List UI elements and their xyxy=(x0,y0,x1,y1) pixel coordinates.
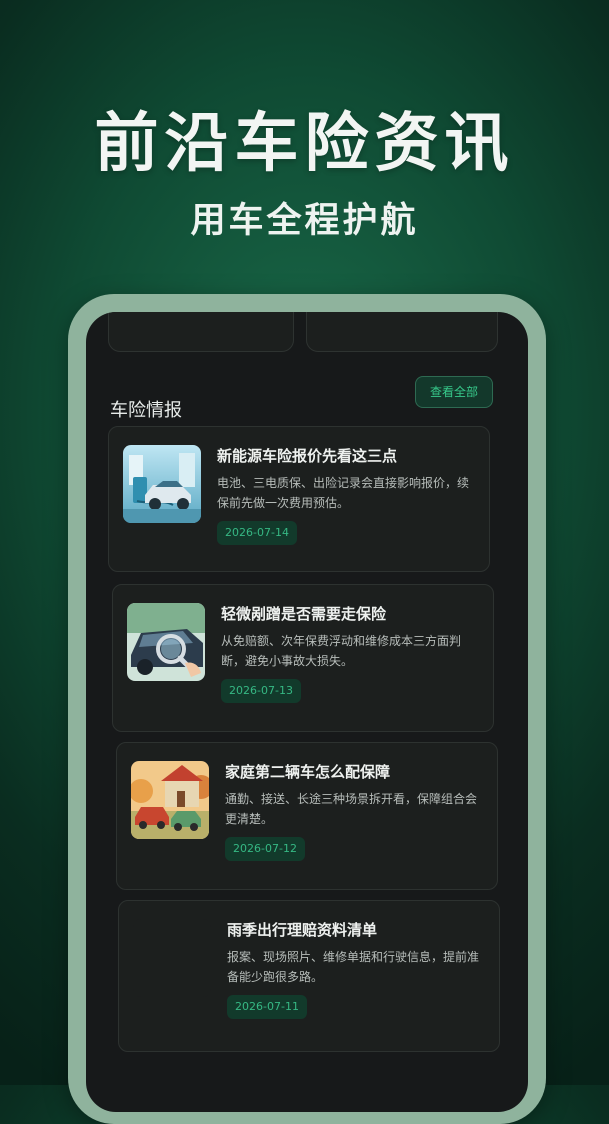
top-card-right[interactable] xyxy=(306,312,498,352)
news-date: 2026-07-14 xyxy=(217,521,297,545)
news-title: 新能源车险报价先看这三点 xyxy=(217,447,398,465)
news-card[interactable]: 雨季出行理赔资料清单 报案、现场照片、维修单据和行驶信息，提前准备能少跑很多路。… xyxy=(118,900,500,1052)
news-card[interactable]: 家庭第二辆车怎么配保障 通勤、接送、长途三种场景拆开看，保障组合会更清楚。 20… xyxy=(116,742,498,890)
hero-subtitle: 用车全程护航 xyxy=(190,201,419,241)
thumbnail-placeholder xyxy=(133,919,211,997)
family-cars-icon xyxy=(131,761,209,839)
news-desc: 报案、现场照片、维修单据和行驶信息，提前准备能少跑很多路。 xyxy=(227,950,480,984)
news-title: 雨季出行理赔资料清单 xyxy=(227,921,378,939)
hero-title: 前沿车险资讯 xyxy=(94,107,515,181)
news-date: 2026-07-13 xyxy=(221,679,301,703)
news-card[interactable]: 轻微剐蹭是否需要走保险 从免赔额、次年保费浮动和维修成本三方面判断，避免小事故大… xyxy=(112,584,494,732)
news-date: 2026-07-12 xyxy=(225,837,305,861)
news-desc: 从免赔额、次年保费浮动和维修成本三方面判断，避免小事故大损失。 xyxy=(221,634,462,668)
top-card-left[interactable] xyxy=(108,312,294,352)
ev-charging-icon xyxy=(123,445,201,523)
news-title: 轻微剐蹭是否需要走保险 xyxy=(221,605,387,623)
car-inspection-icon xyxy=(127,603,205,681)
view-all-button[interactable]: 查看全部 xyxy=(415,376,493,408)
news-desc: 电池、三电质保、出险记录会直接影响报价，续保前先做一次费用预估。 xyxy=(217,476,470,510)
phone-frame: 车险情报 查看全部 新能源车险报价先看这三点 电池、三电质保、出险记录会直接影响… xyxy=(68,294,546,1124)
phone-screen: 车险情报 查看全部 新能源车险报价先看这三点 电池、三电质保、出险记录会直接影响… xyxy=(86,312,528,1112)
news-desc: 通勤、接送、长途三种场景拆开看，保障组合会更清楚。 xyxy=(225,792,478,826)
news-date: 2026-07-11 xyxy=(227,995,307,1019)
section-title: 车险情报 xyxy=(110,400,182,421)
news-title: 家庭第二辆车怎么配保障 xyxy=(225,763,391,781)
news-card[interactable]: 新能源车险报价先看这三点 电池、三电质保、出险记录会直接影响报价，续保前先做一次… xyxy=(108,426,490,572)
